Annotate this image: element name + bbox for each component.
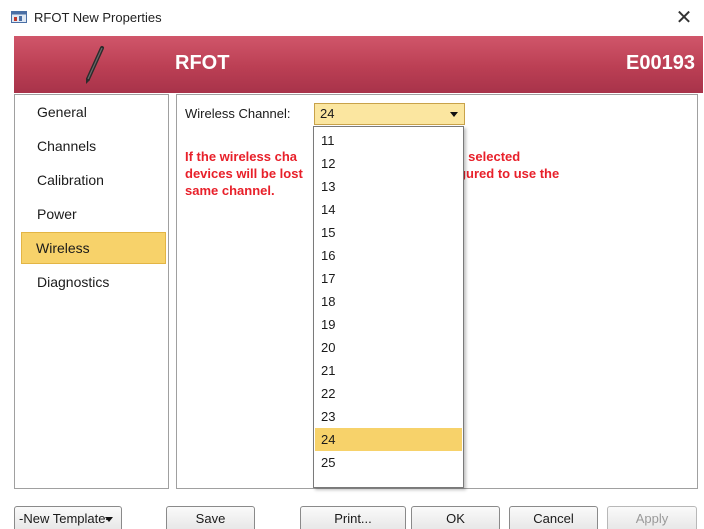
cancel-button[interactable]: Cancel [509, 506, 598, 529]
channel-dropdown-list: 11 12 13 14 15 16 17 18 19 20 21 22 23 2… [313, 126, 464, 488]
channel-option[interactable]: 12 [315, 152, 462, 175]
app-window-icon [11, 11, 27, 23]
template-select[interactable]: -New Template- [14, 506, 122, 529]
channel-option[interactable]: 20 [315, 336, 462, 359]
device-type-title: RFOT [175, 52, 230, 74]
wireless-channel-select[interactable]: 24 [314, 103, 465, 125]
header-banner: RFOT E00193 [14, 36, 703, 93]
channel-option[interactable]: 23 [315, 405, 462, 428]
pen-icon [86, 46, 104, 84]
channel-option[interactable]: 25 [315, 451, 462, 474]
window-title: RFOT New Properties [34, 10, 162, 25]
properties-window: RFOT New Properties ✕ RFOT E00193 Genera… [0, 0, 704, 529]
channel-option[interactable]: 11 [315, 129, 462, 152]
ok-button[interactable]: OK [411, 506, 500, 529]
save-button[interactable]: Save [166, 506, 255, 529]
channel-option[interactable]: 15 [315, 221, 462, 244]
channel-option[interactable]: 22 [315, 382, 462, 405]
channel-option[interactable]: 16 [315, 244, 462, 267]
nav-item-general[interactable]: General [23, 96, 166, 128]
print-button[interactable]: Print... [300, 506, 406, 529]
channel-option-selected[interactable]: 24 [315, 428, 462, 451]
channel-option[interactable]: 17 [315, 267, 462, 290]
wireless-channel-value: 24 [320, 106, 335, 121]
channel-option[interactable]: 14 [315, 198, 462, 221]
nav-item-diagnostics[interactable]: Diagnostics [23, 266, 166, 298]
nav-item-channels[interactable]: Channels [23, 130, 166, 162]
nav-item-power[interactable]: Power [23, 198, 166, 230]
nav-item-calibration[interactable]: Calibration [23, 164, 166, 196]
chevron-down-icon [450, 112, 458, 117]
apply-button[interactable]: Apply [607, 506, 697, 529]
channel-option[interactable]: 21 [315, 359, 462, 382]
close-button[interactable]: ✕ [670, 4, 698, 32]
channel-option[interactable]: 13 [315, 175, 462, 198]
device-id: E00193 [626, 52, 695, 74]
chevron-down-icon [105, 517, 113, 522]
category-nav: General Channels Calibration Power Wirel… [14, 94, 169, 489]
title-bar: RFOT New Properties ✕ [0, 0, 704, 36]
channel-option[interactable]: 19 [315, 313, 462, 336]
channel-option[interactable]: 18 [315, 290, 462, 313]
wireless-channel-label: Wireless Channel: [185, 106, 291, 121]
nav-item-wireless[interactable]: Wireless [21, 232, 166, 264]
template-select-value: -New Template- [19, 511, 110, 526]
